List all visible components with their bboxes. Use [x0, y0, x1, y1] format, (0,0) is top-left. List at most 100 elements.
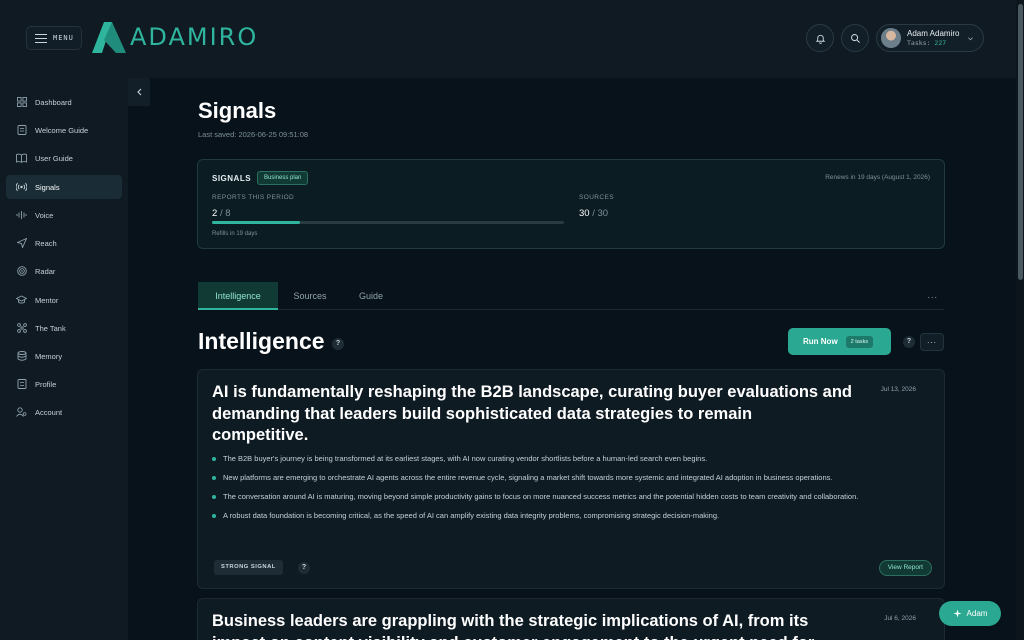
waveform-icon — [16, 210, 27, 221]
list-item: A robust data foundation is becoming cri… — [212, 509, 924, 523]
tab-guide[interactable]: Guide — [344, 282, 398, 310]
report-bullets: The B2B buyer's journey is being transfo… — [212, 452, 924, 528]
book-icon — [16, 153, 27, 164]
sidebar-item-label: Account — [35, 407, 63, 417]
run-tasks-pill: 2 tasks — [845, 335, 874, 348]
sidebar-item-label: The Tank — [35, 323, 66, 333]
user-name: Adam Adamiro — [907, 29, 960, 38]
reports-total: / 8 — [219, 208, 231, 219]
menu-button[interactable]: MENU — [26, 26, 82, 50]
collapse-sidebar-button[interactable] — [128, 78, 150, 106]
reports-progress-bar — [212, 221, 564, 224]
reports-value: 2 / 8 — [212, 208, 231, 219]
refill-text: Refills in 19 days — [212, 231, 258, 237]
user-info: Adam Adamiro Tasks: 227 — [907, 29, 959, 47]
search-icon — [850, 33, 860, 43]
bell-icon — [815, 34, 825, 44]
sidebar-item-user-guide[interactable]: User Guide — [6, 146, 122, 170]
plan-card: SIGNALS Business plan Renews in 19 days … — [197, 159, 945, 249]
assistant-button[interactable]: Adam — [939, 601, 1001, 626]
logo[interactable]: ADAMIRO — [90, 20, 258, 54]
sidebar-item-mentor[interactable]: Mentor — [6, 288, 122, 312]
database-icon — [16, 351, 27, 362]
sidebar-item-radar[interactable]: Radar — [6, 259, 122, 283]
chevron-left-icon — [136, 88, 141, 96]
sources-value: 30 / 30 — [579, 208, 608, 219]
notifications-button[interactable] — [806, 24, 834, 52]
graduation-cap-icon — [16, 295, 27, 306]
reports-used: 2 — [212, 208, 218, 219]
sidebar-item-label: User Guide — [35, 153, 73, 163]
run-now-button[interactable]: Run Now 2 tasks — [788, 328, 891, 355]
sidebar-item-label: Voice — [35, 210, 54, 220]
scrollbar-thumb[interactable] — [1018, 4, 1023, 280]
tasks-label: Tasks: — [907, 39, 931, 47]
report-date: Jul 13, 2026 — [880, 386, 916, 393]
view-report-button[interactable]: View Report — [878, 560, 932, 576]
sidebar-item-label: Welcome Guide — [35, 125, 89, 135]
plan-card-title: SIGNALS — [212, 174, 252, 183]
last-saved: Last saved: 2026-06-25 09:51:08 — [198, 130, 309, 139]
sidebar-item-memory[interactable]: Memory — [6, 344, 122, 368]
sidebar-item-account[interactable]: Account — [6, 400, 122, 424]
signal-icon — [16, 182, 27, 193]
sidebar-item-label: Radar — [35, 266, 56, 276]
dashboard-icon — [16, 97, 27, 108]
user-menu[interactable]: Adam Adamiro Tasks: 227 — [876, 24, 984, 52]
section-more-button[interactable]: ... — [920, 333, 944, 351]
section-help-icon[interactable]: ? — [332, 338, 344, 350]
tasks-count: 227 — [934, 39, 947, 47]
sidebar-item-voice[interactable]: Voice — [6, 203, 122, 227]
account-icon — [16, 407, 27, 418]
page-title: Signals — [198, 98, 277, 123]
report-title[interactable]: Business leaders are grappling with the … — [212, 611, 852, 640]
sidebar-item-dashboard[interactable]: Dashboard — [6, 90, 122, 114]
sidebar-item-signals[interactable]: Signals — [6, 175, 122, 199]
tabs-more-button[interactable]: ... — [927, 290, 938, 300]
logo-mark-icon — [92, 22, 126, 53]
sidebar-item-label: Dashboard — [35, 97, 72, 107]
chevron-down-icon — [968, 36, 974, 40]
list-item: The B2B buyer's journey is being transfo… — [212, 452, 924, 466]
hamburger-icon — [35, 33, 47, 43]
signal-help-icon[interactable]: ? — [298, 562, 310, 574]
reports-progress-fill — [212, 221, 300, 224]
list-item: New platforms are emerging to orchestrat… — [212, 471, 924, 485]
plan-badge: Business plan — [257, 171, 309, 185]
tab-intelligence[interactable]: Intelligence — [198, 282, 278, 310]
logo-text: ADAMIRO — [130, 23, 259, 51]
run-help-icon[interactable]: ? — [903, 336, 915, 348]
report-card: AI is fundamentally reshaping the B2B la… — [197, 369, 945, 589]
sidebar-item-label: Signals — [35, 182, 60, 192]
assistant-label: Adam — [966, 609, 988, 618]
user-tasks: Tasks: 227 — [907, 39, 959, 47]
send-icon — [16, 238, 27, 249]
report-date: Jul 6, 2026 — [884, 615, 916, 622]
sidebar-item-label: Memory — [35, 351, 63, 361]
target-icon — [16, 266, 27, 277]
search-button[interactable] — [841, 24, 869, 52]
profile-icon — [16, 379, 27, 390]
sources-total: / 30 — [592, 208, 609, 219]
sidebar-item-the-tank[interactable]: The Tank — [6, 316, 122, 340]
sidebar-item-label: Mentor — [35, 295, 59, 305]
renewal-text: Renews in 19 days (August 1, 2026) — [825, 174, 930, 181]
tab-sources[interactable]: Sources — [282, 282, 338, 310]
sources-used: 30 — [579, 208, 590, 219]
sidebar: Dashboard Welcome Guide User Guide Signa… — [0, 78, 128, 640]
run-now-label: Run Now — [803, 337, 838, 346]
sidebar-item-label: Reach — [35, 238, 57, 248]
sidebar-item-reach[interactable]: Reach — [6, 231, 122, 255]
report-card: Business leaders are grappling with the … — [197, 598, 945, 640]
network-icon — [16, 323, 27, 334]
document-icon — [16, 125, 27, 136]
sidebar-item-welcome-guide[interactable]: Welcome Guide — [6, 118, 122, 142]
signal-strength-badge: STRONG SIGNAL — [214, 560, 283, 575]
list-item: The conversation around AI is maturing, … — [212, 490, 924, 504]
sidebar-item-profile[interactable]: Profile — [6, 372, 122, 396]
report-title[interactable]: AI is fundamentally reshaping the B2B la… — [212, 382, 852, 447]
section-title: Intelligence — [198, 328, 325, 354]
sparkle-icon — [952, 609, 962, 618]
menu-label: MENU — [53, 34, 74, 42]
avatar — [881, 28, 901, 48]
